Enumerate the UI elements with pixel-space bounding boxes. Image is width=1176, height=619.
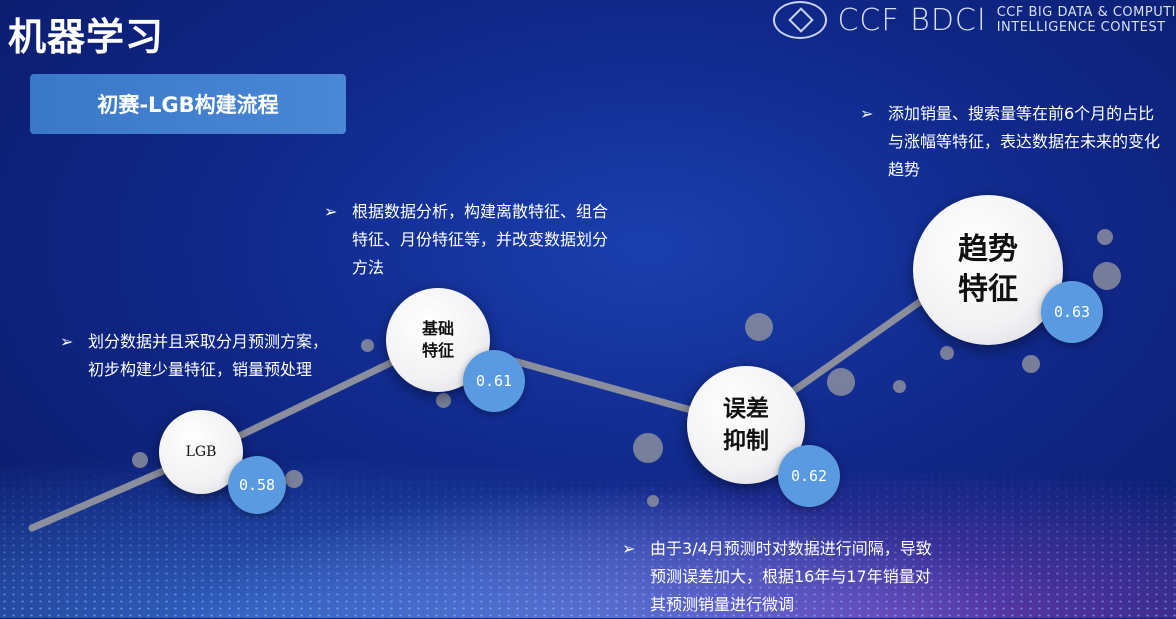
decor-dot [745, 313, 773, 341]
decor-dot [940, 346, 954, 360]
bullet-arrow-icon: ➢ [60, 332, 74, 351]
step-trend-score: 0.63 [1053, 303, 1091, 321]
step-basic-score: 0.61 [475, 372, 513, 390]
decor-dot [1022, 355, 1040, 373]
decor-dot [361, 339, 374, 352]
decor-dot [827, 368, 855, 396]
step-error-description: ➢ 由于3/4月预测时对数据进行间隔，导致预测误差加大，根据16年与17年销量对… [622, 535, 940, 619]
decor-dot [647, 495, 659, 507]
decor-dot [132, 452, 148, 468]
step-lgb-description-text: 划分数据并且采取分月预测方案，初步构建少量特征，销量预处理 [88, 332, 329, 379]
bullet-arrow-icon: ➢ [622, 539, 636, 558]
step-basic-label-line1: 基础 [421, 319, 454, 338]
decor-dot [436, 393, 451, 408]
step-error-description-text: 由于3/4月预测时对数据进行间隔，导致预测误差加大，根据16年与17年销量对其预… [650, 539, 932, 614]
step-error-label-line1: 误差 [723, 396, 769, 422]
step-lgb-score-badge: 0.58 [228, 456, 286, 514]
decor-dot [1097, 229, 1113, 245]
step-error-score-badge: 0.62 [778, 445, 840, 507]
step-basic-label-line2: 特征 [421, 341, 454, 360]
step-lgb-description: ➢ 划分数据并且采取分月预测方案，初步构建少量特征，销量预处理 [60, 328, 338, 384]
decor-dot [893, 380, 906, 393]
step-trend-label-line2: 特征 [958, 272, 1018, 307]
step-trend-description: ➢ 添加销量、搜索量等在前6个月的占比与涨幅等特征，表达数据在未来的变化趋势 [860, 100, 1161, 184]
decor-dot [285, 470, 303, 488]
decor-dot [633, 433, 663, 463]
step-error-label-line2: 抑制 [723, 428, 769, 454]
step-error-score: 0.62 [790, 467, 828, 485]
step-trend-score-badge: 0.63 [1041, 281, 1103, 343]
step-lgb-label: LGB [185, 444, 217, 460]
step-trend-features-node: 趋势 特征 [913, 195, 1063, 345]
decor-dot [1093, 262, 1121, 290]
step-trend-label-line1: 趋势 [958, 232, 1018, 267]
bullet-arrow-icon: ➢ [324, 202, 338, 221]
step-trend-description-text: 添加销量、搜索量等在前6个月的占比与涨幅等特征，表达数据在未来的变化趋势 [888, 104, 1161, 179]
step-basic-score-badge: 0.61 [463, 350, 525, 412]
step-basic-description: ➢ 根据数据分析，构建离散特征、组合特征、月份特征等，并改变数据划分方法 [324, 198, 614, 282]
bullet-arrow-icon: ➢ [860, 104, 874, 123]
step-lgb-score: 0.58 [238, 476, 276, 494]
step-basic-description-text: 根据数据分析，构建离散特征、组合特征、月份特征等，并改变数据划分方法 [352, 202, 609, 277]
